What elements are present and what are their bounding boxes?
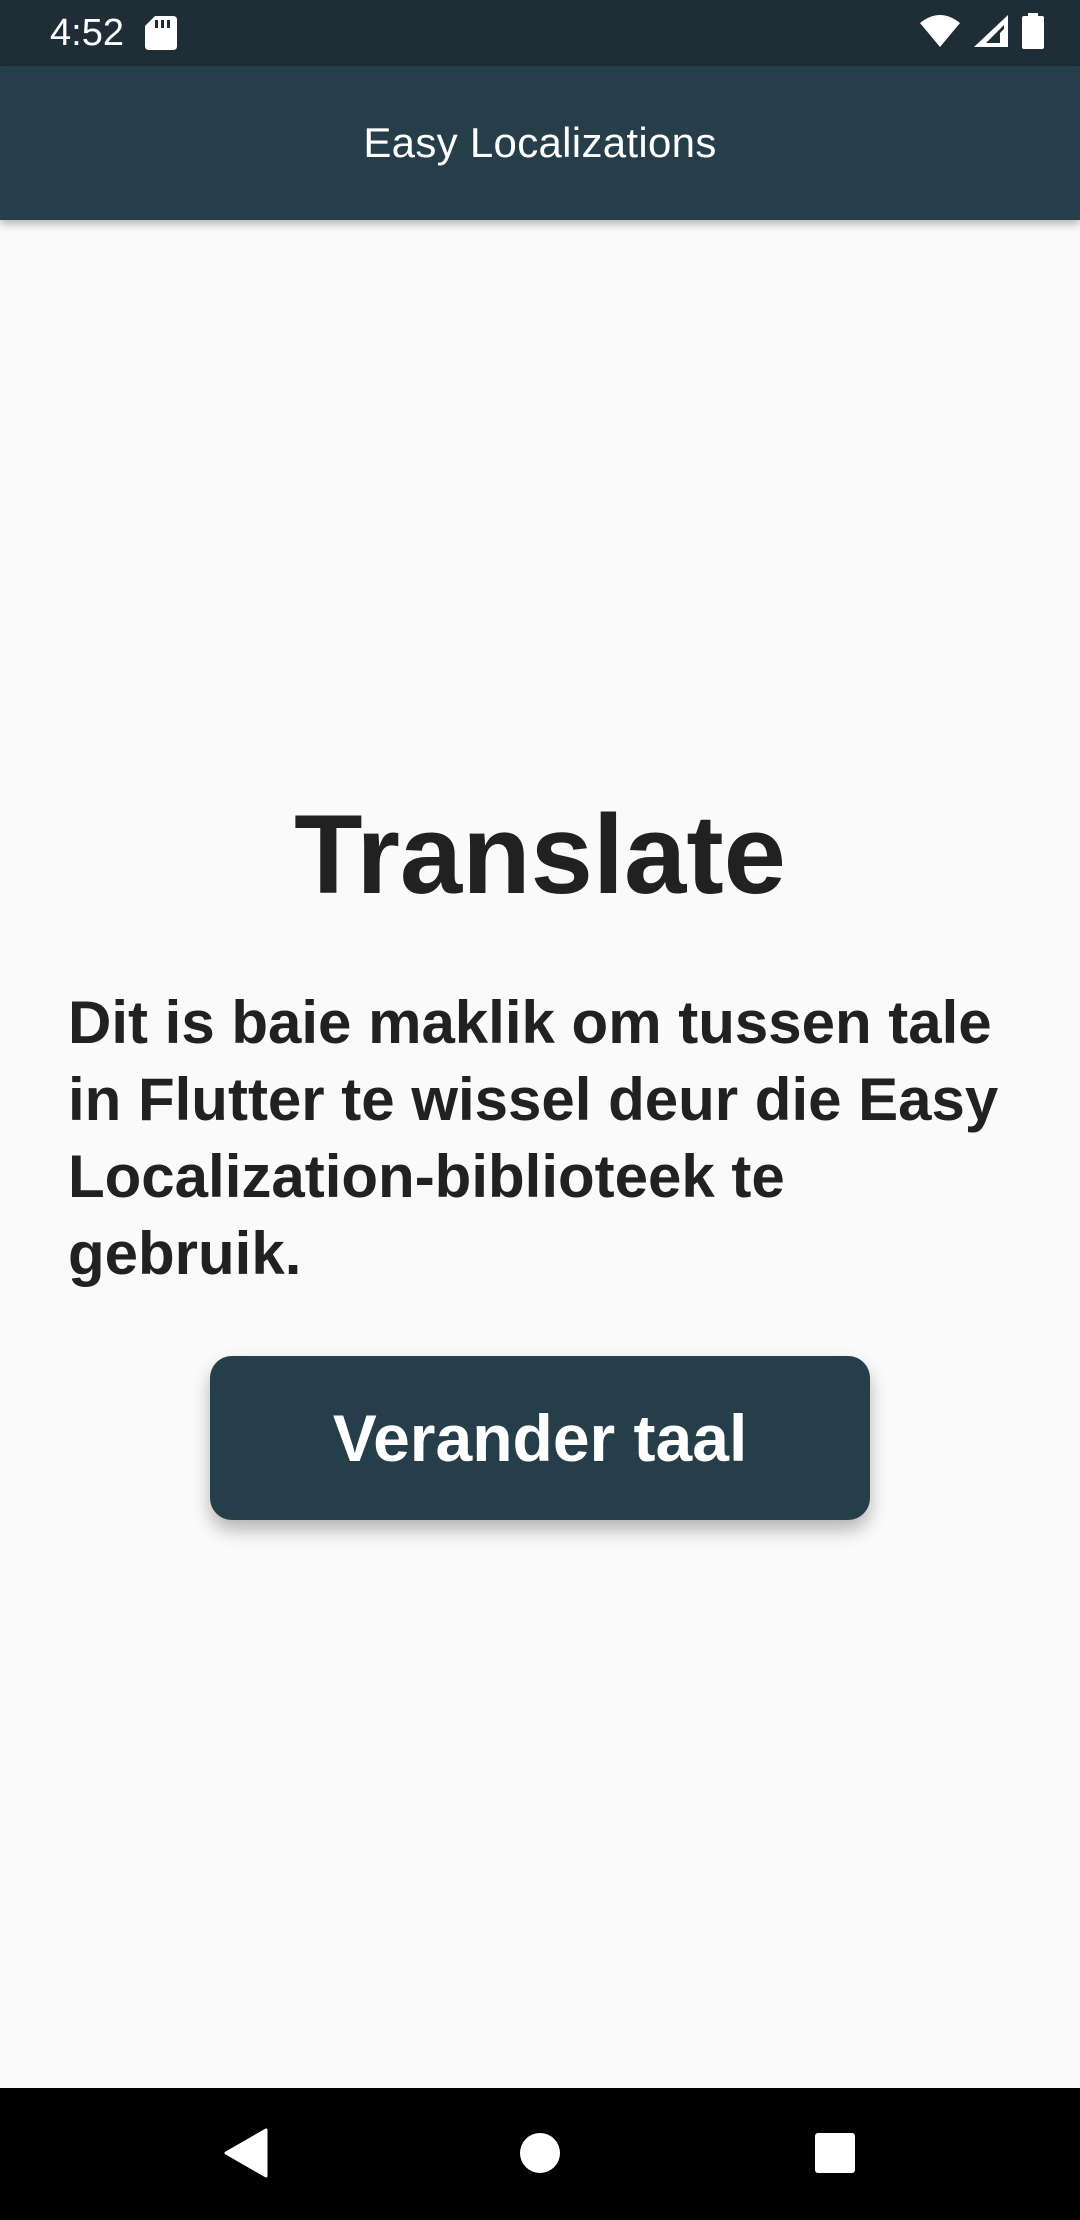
change-language-button[interactable]: Verander taal (210, 1356, 870, 1520)
status-time: 4:52 (50, 12, 124, 54)
screen: 4:52 Easy Localizations Translate Dit is… (0, 0, 1080, 2220)
back-button[interactable] (210, 2120, 280, 2190)
recents-icon (814, 2132, 856, 2179)
status-bar: 4:52 (0, 0, 1080, 66)
home-icon (519, 2132, 561, 2179)
recents-button[interactable] (800, 2120, 870, 2190)
app-title: Easy Localizations (363, 119, 717, 166)
battery-icon (1022, 12, 1044, 54)
description-text: Dit is baie maklik om tussen tale in Flu… (68, 989, 999, 1287)
cellular-signal-icon (974, 14, 1008, 52)
sd-card-icon (145, 16, 177, 50)
status-icons (920, 12, 1044, 54)
navigation-bar (0, 2088, 1080, 2220)
main-content: Translate Dit is baie maklik om tussen t… (0, 220, 1080, 2088)
home-button[interactable] (505, 2120, 575, 2190)
app-bar: Easy Localizations (0, 66, 1080, 220)
wifi-icon (920, 14, 960, 52)
back-icon (222, 2128, 268, 2183)
page-heading: Translate (294, 792, 786, 917)
